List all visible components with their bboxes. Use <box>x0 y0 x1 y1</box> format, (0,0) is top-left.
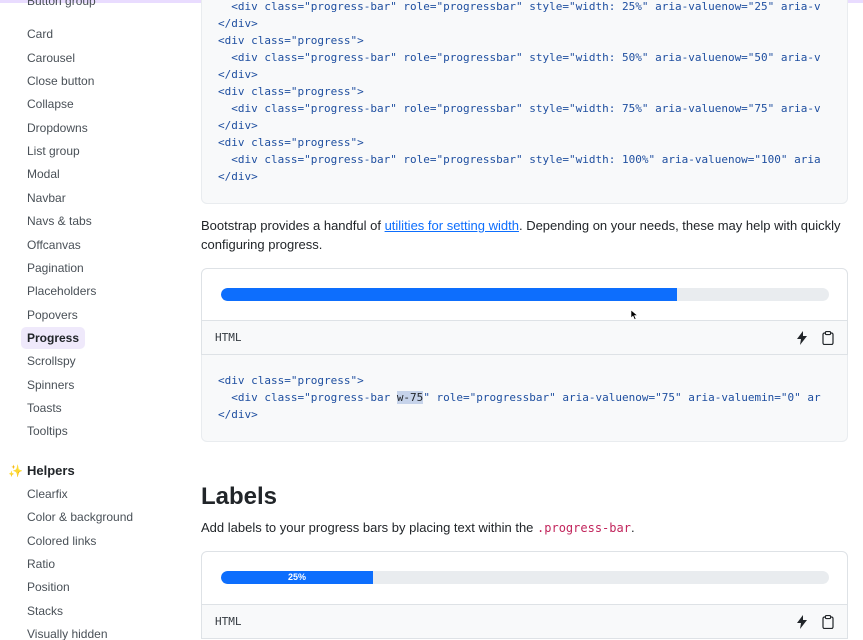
code-line: <div class="progress-bar" role="progress… <box>231 153 821 166</box>
paragraph-text: Bootstrap provides a handful of <box>201 218 385 233</box>
paragraph-text: . <box>630 520 635 535</box>
code-line: </div> <box>218 119 258 132</box>
highlighted-code: w-75 <box>396 391 424 404</box>
clipboard-icon[interactable] <box>820 614 836 630</box>
code-line: </div> <box>218 68 258 81</box>
progress-bar-fill: 25% <box>221 571 373 584</box>
sidebar-item-list-group[interactable]: List group <box>21 140 86 162</box>
code-line: <div class="progress-bar" role="progress… <box>231 102 821 115</box>
clipboard-icon[interactable] <box>820 330 836 346</box>
sidebar-item-offcanvas[interactable]: Offcanvas <box>21 234 87 256</box>
utilities-width-link[interactable]: utilities for setting width <box>385 218 519 233</box>
code-line: </div> <box>218 170 258 183</box>
main-content: <div class="progress-bar " role="progress… <box>190 0 863 640</box>
code-line: <div class="progress-bar" role="progress… <box>231 51 821 64</box>
sidebar-item-stacks[interactable]: Stacks <box>21 600 69 622</box>
sidebar-nav: Button group Card Carousel Close button Coll… <box>0 0 190 640</box>
sidebar-item-clearfix[interactable]: Clearfix <box>21 483 74 505</box>
magic-wand-icon: ✨ <box>8 464 23 478</box>
code-line: <div class="progress"> <box>218 136 364 149</box>
progress-bar-track <box>221 288 829 301</box>
lightning-icon[interactable] <box>794 330 810 346</box>
sidebar-item-tooltips[interactable]: Tooltips <box>21 420 74 442</box>
section-heading-labels: Labels <box>201 483 278 510</box>
paragraph-text: Add labels to your progress bars by plac… <box>201 520 538 535</box>
code-toolbar: HTML <box>201 605 848 639</box>
code-block-w75: <div class="progress"> <div class="progr… <box>201 355 848 442</box>
example-preview-labels: 25% <box>201 551 848 605</box>
code-line: <div class="progress"> <box>218 34 364 47</box>
progress-bar-fill <box>221 288 677 301</box>
code-language-label: HTML <box>215 331 242 344</box>
sidebar-item-toasts[interactable]: Toasts <box>21 397 68 419</box>
sidebar-section-helpers: ✨ Helpers <box>8 461 75 481</box>
code-line: <div class="progress"> <box>218 85 364 98</box>
code-line: <div class="progress-bar" role="progress… <box>231 0 821 13</box>
width-utilities-paragraph: Bootstrap provides a handful of utilitie… <box>201 216 841 254</box>
code-text: <div class="progress-bar" role="progress… <box>218 0 821 185</box>
example-preview-w75 <box>201 268 848 321</box>
mouse-cursor-icon <box>631 310 639 320</box>
sidebar-item-collapse[interactable]: Collapse <box>21 93 80 115</box>
sidebar-item-scrollspy[interactable]: Scrollspy <box>21 350 82 372</box>
sidebar-item-popovers[interactable]: Popovers <box>21 304 84 326</box>
sidebar-item-navbar[interactable]: Navbar <box>21 187 72 209</box>
code-language-label: HTML <box>215 615 242 628</box>
code-line: </div> <box>218 17 258 30</box>
sidebar-item-visually-hidden[interactable]: Visually hidden <box>21 623 114 640</box>
sidebar-item-progress[interactable]: Progress <box>21 326 86 349</box>
sidebar-item-colored-links[interactable]: Colored links <box>21 530 102 552</box>
sidebar-item-position[interactable]: Position <box>21 576 76 598</box>
sidebar-item-carousel[interactable]: Carousel <box>21 47 81 69</box>
sidebar-item-modal[interactable]: Modal <box>21 163 66 185</box>
sidebar-item-placeholders[interactable]: Placeholders <box>21 280 102 302</box>
progress-label: 25% <box>287 572 306 582</box>
sidebar-item-spinners[interactable]: Spinners <box>21 374 80 396</box>
sidebar-item-ratio[interactable]: Ratio <box>21 553 61 575</box>
sidebar-item-dropdowns[interactable]: Dropdowns <box>21 117 94 139</box>
code-line: </div> <box>218 408 258 421</box>
sidebar-item-button-group[interactable]: Button group <box>21 0 102 12</box>
sidebar-item-color-background[interactable]: Color & background <box>21 506 139 528</box>
code-toolbar: HTML <box>201 321 848 355</box>
code-line: " role="progressbar" aria-valuenow="75" … <box>423 391 821 404</box>
sidebar-item-pagination[interactable]: Pagination <box>21 257 90 279</box>
lightning-icon[interactable] <box>794 614 810 630</box>
sidebar-item-navs-tabs[interactable]: Navs & tabs <box>21 210 98 232</box>
sidebar-item-card[interactable]: Card <box>21 23 59 45</box>
section-title: Helpers <box>27 463 75 478</box>
progress-bar-track: 25% <box>221 571 829 584</box>
code-block-progress-widths: <div class="progress-bar" role="progress… <box>201 0 848 204</box>
code-text: <div class="progress"> <div class="progr… <box>218 372 821 423</box>
inline-code: .progress-bar <box>537 521 631 535</box>
sidebar-item-close-button[interactable]: Close button <box>21 70 100 92</box>
code-line: <div class="progress"> <box>218 374 364 387</box>
labels-paragraph: Add labels to your progress bars by plac… <box>201 518 841 538</box>
code-line: <div class="progress-bar <box>218 391 397 404</box>
